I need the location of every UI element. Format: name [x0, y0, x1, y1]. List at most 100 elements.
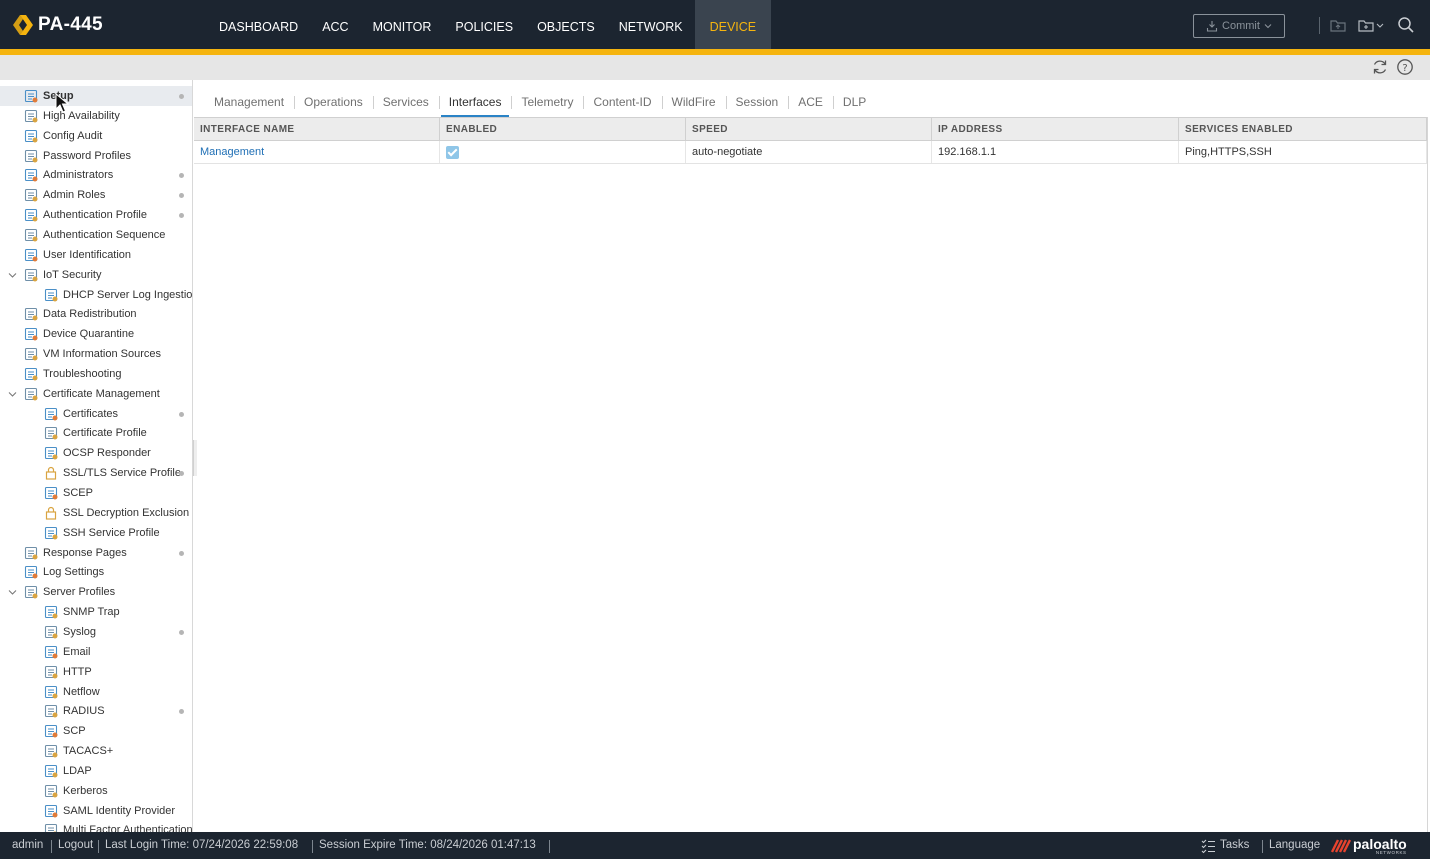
sidebar-item-authentication-sequence[interactable]: Authentication Sequence: [0, 225, 192, 245]
sidebar-item-kerberos[interactable]: Kerberos: [0, 781, 192, 801]
sidebar-item-syslog[interactable]: Syslog: [0, 622, 192, 642]
sidebar-item-snmp-trap[interactable]: SNMP Trap: [0, 602, 192, 622]
language-button[interactable]: Language: [1269, 839, 1320, 851]
sidebar-item-data-redistribution[interactable]: Data Redistribution: [0, 304, 192, 324]
sidebar-item-scp[interactable]: SCP: [0, 721, 192, 741]
cell-speed: auto-negotiate: [686, 141, 932, 163]
sidebar-item-password-profiles[interactable]: Password Profiles: [0, 146, 192, 166]
sidebar-item-admin-roles[interactable]: Admin Roles: [0, 185, 192, 205]
help-icon[interactable]: ?: [1396, 58, 1414, 76]
tab-services[interactable]: Services: [372, 88, 439, 116]
sidebar-item-ssl-decryption-exclusion[interactable]: SSL Decryption Exclusion: [0, 503, 192, 523]
chevron-down-icon[interactable]: [7, 587, 18, 598]
tab-management[interactable]: Management: [204, 88, 294, 116]
sidebar-item-label: Netflow: [63, 685, 100, 698]
sidebar-item-device-quarantine[interactable]: Device Quarantine: [0, 324, 192, 344]
sidebar-item-certificate-management[interactable]: Certificate Management: [0, 384, 192, 404]
sidebar-item-multi-factor-authentication[interactable]: Multi Factor Authentication: [0, 820, 192, 832]
footer-divider: [312, 840, 313, 853]
sidebar-item-ssl-tls-service-profile[interactable]: SSL/TLS Service Profile: [0, 463, 192, 483]
tab-wildfire[interactable]: WildFire: [661, 88, 726, 116]
commit-button[interactable]: Commit: [1193, 14, 1285, 38]
config-lock-icon[interactable]: [1328, 15, 1348, 35]
sidebar-item-user-identification[interactable]: User Identification: [0, 245, 192, 265]
high-availability-icon: [24, 109, 38, 123]
sidebar-item-iot-security[interactable]: IoT Security: [0, 265, 192, 285]
sidebar-item-server-profiles[interactable]: Server Profiles: [0, 582, 192, 602]
sidebar-item-certificates[interactable]: Certificates: [0, 404, 192, 424]
sidebar-item-label: Server Profiles: [43, 586, 116, 599]
sidebar-item-tacacs[interactable]: TACACS+: [0, 741, 192, 761]
column-header-services-enabled[interactable]: SERVICES ENABLED: [1179, 118, 1427, 141]
ldap-icon: [44, 764, 58, 778]
sidebar-item-ssh-service-profile[interactable]: SSH Service Profile: [0, 523, 192, 543]
interface-link-management[interactable]: Management: [200, 146, 264, 158]
ssl-tls-lock-icon: [45, 467, 57, 480]
sidebar-item-log-settings[interactable]: Log Settings: [0, 562, 192, 582]
user-identification-icon: [24, 248, 38, 262]
enabled-checkbox: [446, 146, 459, 159]
sidebar-item-dhcp-server-log-ingestion[interactable]: DHCP Server Log Ingestion: [0, 285, 192, 305]
sidebar-item-label: Password Profiles: [43, 149, 132, 162]
sidebar-item-certificate-profile[interactable]: Certificate Profile: [0, 423, 192, 443]
status-dot-icon: [179, 213, 184, 219]
chevron-down-icon[interactable]: [7, 270, 18, 281]
sidebar-item-config-audit[interactable]: Config Audit: [0, 126, 192, 146]
brand-name: paloalto: [1353, 836, 1407, 852]
nav-monitor[interactable]: MONITOR: [361, 0, 444, 49]
syslog-icon: [44, 625, 58, 639]
sidebar-item-high-availability[interactable]: High Availability: [0, 106, 192, 126]
top-header: PA-445 DASHBOARD ACC MONITOR POLICIES OB…: [0, 0, 1430, 49]
authentication-profile-icon: [24, 209, 38, 222]
tasks-button[interactable]: Tasks: [1220, 839, 1249, 851]
sidebar-item-vm-information-sources[interactable]: VM Information Sources: [0, 344, 192, 364]
sidebar-item-setup[interactable]: Setup: [0, 86, 192, 106]
search-icon[interactable]: [1396, 15, 1416, 35]
tab-interfaces[interactable]: Interfaces: [438, 88, 512, 117]
sidebar-item-label: HTTP: [63, 665, 92, 678]
nav-objects[interactable]: OBJECTS: [525, 0, 607, 49]
sidebar-item-response-pages[interactable]: Response Pages: [0, 543, 192, 563]
tab-session[interactable]: Session: [725, 88, 789, 116]
nav-dashboard[interactable]: DASHBOARD: [207, 0, 310, 49]
sidebar-item-http[interactable]: HTTP: [0, 662, 192, 682]
sidebar-item-troubleshooting[interactable]: Troubleshooting: [0, 364, 192, 384]
nav-acc[interactable]: ACC: [310, 0, 360, 49]
sidebar-item-netflow[interactable]: Netflow: [0, 682, 192, 702]
save-config-icon[interactable]: [1357, 15, 1385, 35]
chevron-down-icon[interactable]: [7, 389, 18, 400]
sidebar-item-ldap[interactable]: LDAP: [0, 761, 192, 781]
cell-enabled: [440, 141, 686, 163]
footer-divider: [549, 840, 550, 853]
sidebar-item-label: Log Settings: [43, 566, 105, 579]
tab-ace[interactable]: ACE: [788, 88, 833, 116]
sidebar-item-administrators[interactable]: Administrators: [0, 165, 192, 185]
refresh-icon[interactable]: [1371, 58, 1389, 76]
nav-policies[interactable]: POLICIES: [443, 0, 525, 49]
sidebar-item-label: SSH Service Profile: [63, 526, 160, 539]
tasks-icon[interactable]: [1200, 838, 1216, 854]
sidebar-item-scep[interactable]: SCEP: [0, 483, 192, 503]
sidebar-item-ocsp-responder[interactable]: OCSP Responder: [0, 443, 192, 463]
paloalto-logo: paloalto NETWORKS: [1331, 837, 1407, 855]
sidebar-item-label: Administrators: [43, 169, 114, 182]
nav-network[interactable]: NETWORK: [607, 0, 695, 49]
column-header-enabled[interactable]: ENABLED: [440, 118, 686, 141]
logout-link[interactable]: Logout: [58, 839, 93, 851]
tab-telemetry[interactable]: Telemetry: [511, 88, 583, 116]
column-header-ip-address[interactable]: IP ADDRESS: [932, 118, 1179, 141]
sidebar-item-email[interactable]: Email: [0, 642, 192, 662]
tab-content-id[interactable]: Content-ID: [583, 88, 661, 116]
sidebar-item-authentication-profile[interactable]: Authentication Profile: [0, 205, 192, 225]
troubleshooting-icon: [24, 367, 38, 381]
sidebar-item-saml-identity-provider[interactable]: SAML Identity Provider: [0, 801, 192, 821]
app-title: PA-445: [38, 14, 103, 35]
sidebar-collapse-handle[interactable]: [193, 440, 197, 476]
tab-dlp[interactable]: DLP: [832, 88, 876, 116]
column-header-speed[interactable]: SPEED: [686, 118, 932, 141]
column-header-interface-name[interactable]: INTERFACE NAME: [194, 118, 440, 141]
tab-operations[interactable]: Operations: [294, 88, 373, 116]
nav-device[interactable]: DEVICE: [694, 0, 772, 49]
table-row[interactable]: Management auto-negotiate 192.168.1.1 Pi…: [194, 141, 1427, 164]
sidebar-item-radius[interactable]: RADIUS: [0, 701, 192, 721]
